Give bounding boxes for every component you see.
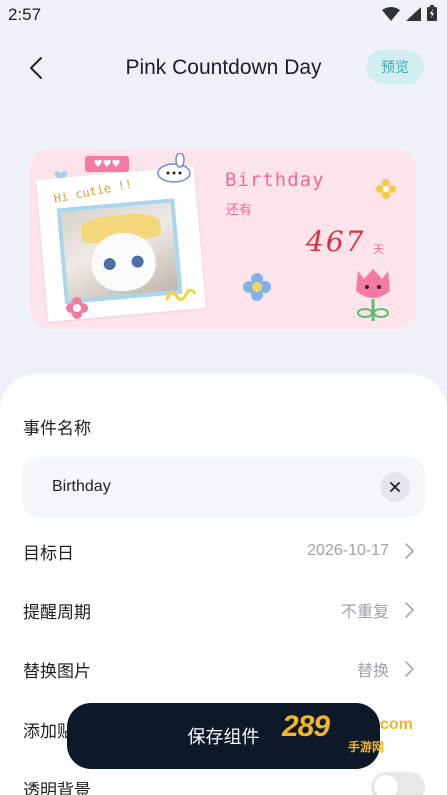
event-name-label: 事件名称 <box>23 419 91 439</box>
toggle-knob <box>374 775 398 795</box>
target-date-row[interactable]: 目标日 2026-10-17 <box>0 526 447 576</box>
event-name-input[interactable] <box>52 475 372 499</box>
wifi-icon <box>382 6 400 25</box>
target-date-label: 目标日 <box>23 543 74 564</box>
replace-image-value: 替换 <box>356 663 389 680</box>
reminder-cycle-row[interactable]: 提醒周期 不重复 <box>0 585 447 635</box>
flower-sticker-icon <box>66 297 88 319</box>
status-icons <box>382 5 437 25</box>
tulip-sticker-icon <box>356 269 390 321</box>
widget-preview-card: ♥♥♥ Hi cutie !! Birthday 还有 467 天 <box>30 149 416 329</box>
widget-days-unit: 天 <box>373 243 384 256</box>
replace-image-label: 替换图片 <box>23 661 91 682</box>
photo-frame: Hi cutie !! <box>36 166 206 322</box>
watermark-logo: 289 <box>282 710 330 743</box>
event-name-field <box>22 457 425 517</box>
close-icon <box>390 482 400 492</box>
bunny-sticker-icon <box>157 153 191 183</box>
widget-remaining-label: 还有 <box>226 203 253 218</box>
hearts-sticker: ♥♥♥ <box>85 156 129 172</box>
clear-input-button[interactable] <box>380 472 410 502</box>
reminder-cycle-value: 不重复 <box>340 604 389 621</box>
cat-eye-left <box>103 257 117 271</box>
chevron-right-icon <box>405 601 417 619</box>
chevron-right-icon <box>405 660 417 678</box>
signal-icon <box>406 6 421 25</box>
status-time: 2:57 <box>8 5 42 24</box>
preview-button[interactable]: 预览 <box>366 50 424 84</box>
blue-flower-sticker-icon <box>243 273 271 301</box>
nav-bar: Pink Countdown Day 预览 <box>0 44 447 92</box>
status-bar: 2:57 <box>0 0 447 30</box>
yellow-flower-sticker-icon <box>376 179 396 199</box>
greeting-sticker: Hi cutie !! <box>52 176 134 206</box>
reminder-cycle-label: 提醒周期 <box>23 602 91 623</box>
transparent-background-toggle[interactable] <box>371 772 425 795</box>
chevron-right-icon <box>405 542 417 560</box>
battery-icon <box>427 5 437 25</box>
widget-event-name: Birthday <box>225 169 325 191</box>
site-watermark: 289 com 手游网 <box>282 710 424 760</box>
watermark-subtitle: 手游网 <box>348 740 385 754</box>
cat-eye-right <box>131 255 145 269</box>
squiggle-sticker-icon <box>165 288 197 302</box>
transparent-background-label: 透明背景 <box>23 780 91 795</box>
widget-days-count: 467 <box>306 225 366 258</box>
target-date-value: 2026-10-17 <box>307 542 389 559</box>
replace-image-row[interactable]: 替换图片 替换 <box>0 644 447 694</box>
watermark-suffix: com <box>380 716 413 733</box>
